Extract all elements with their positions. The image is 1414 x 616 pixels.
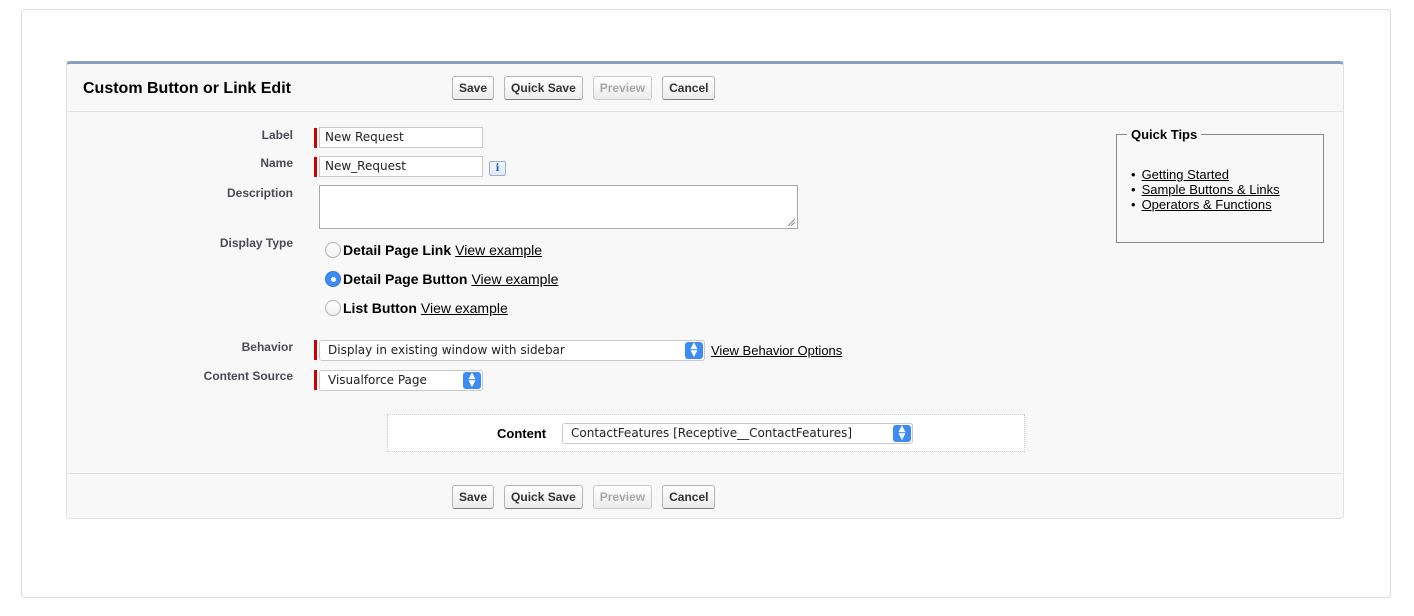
preview-button[interactable]: Preview <box>592 76 653 100</box>
required-indicator <box>314 157 317 177</box>
info-icon[interactable]: i <box>489 161 506 176</box>
content-source-select[interactable]: Visualforce Page ▲ ▼ <box>319 370 483 391</box>
description-textarea[interactable] <box>319 185 798 229</box>
quick-save-button[interactable]: Quick Save <box>504 76 583 100</box>
view-behavior-options-link[interactable]: View Behavior Options <box>711 343 842 358</box>
display-type-option-list-button[interactable]: List Button View example <box>325 300 508 316</box>
resize-grip-icon[interactable] <box>787 218 795 226</box>
radio-button-selected[interactable] <box>325 271 341 287</box>
name-field-label: Name <box>260 156 293 170</box>
page-title: Custom Button or Link Edit <box>83 80 291 97</box>
display-type-option-detail-page-button[interactable]: Detail Page Button View example <box>325 271 558 287</box>
quick-save-button[interactable]: Quick Save <box>504 485 583 509</box>
display-type-field-label: Display Type <box>219 236 293 250</box>
behavior-selected-value: Display in existing window with sidebar <box>328 343 565 357</box>
view-example-link[interactable]: View example <box>421 300 508 316</box>
chevron-up-down-icon: ▲ ▼ <box>463 372 481 389</box>
sample-buttons-links-link[interactable]: Sample Buttons & Links <box>1142 182 1280 197</box>
content-source-selected-value: Visualforce Page <box>328 373 427 387</box>
content-select[interactable]: ContactFeatures [Receptive__ContactFeatu… <box>562 423 913 444</box>
radio-label: List Button <box>343 300 417 316</box>
chevron-up-down-icon: ▲ ▼ <box>685 342 703 359</box>
display-type-option-detail-page-link[interactable]: Detail Page Link View example <box>325 242 542 258</box>
cancel-button[interactable]: Cancel <box>662 485 716 509</box>
required-indicator <box>314 128 317 148</box>
view-example-link[interactable]: View example <box>471 271 558 287</box>
view-example-link[interactable]: View example <box>455 242 542 258</box>
content-selected-value: ContactFeatures [Receptive__ContactFeatu… <box>571 426 853 440</box>
label-input[interactable]: New Request <box>319 127 483 148</box>
required-indicator <box>314 340 317 360</box>
radio-button[interactable] <box>325 300 341 316</box>
save-button[interactable]: Save <box>452 485 495 509</box>
quick-tips-list: Getting Started Sample Buttons & Links O… <box>1131 167 1280 212</box>
panel-header: Custom Button or Link Edit Save Quick Sa… <box>67 64 1343 112</box>
preview-button[interactable]: Preview <box>592 485 653 509</box>
content-field-label: Content <box>497 426 547 441</box>
description-field-label: Description <box>226 186 293 200</box>
required-indicator <box>314 370 317 390</box>
content-source-field-label: Content Source <box>203 369 293 383</box>
top-button-group: Save Quick Save Preview Cancel <box>452 76 716 100</box>
cancel-button[interactable]: Cancel <box>662 76 716 100</box>
custom-button-edit-panel: Custom Button or Link Edit Save Quick Sa… <box>66 61 1344 519</box>
getting-started-link[interactable]: Getting Started <box>1142 167 1229 182</box>
quick-tips-box: Quick Tips Getting Started Sample Button… <box>1116 127 1324 243</box>
list-item: Sample Buttons & Links <box>1131 182 1280 197</box>
bottom-button-group: Save Quick Save Preview Cancel <box>452 485 716 509</box>
radio-button[interactable] <box>325 242 341 258</box>
radio-label: Detail Page Button <box>343 271 468 287</box>
radio-label: Detail Page Link <box>343 242 452 258</box>
content-section: Content ContactFeatures [Receptive__Cont… <box>387 414 1025 452</box>
operators-functions-link[interactable]: Operators & Functions <box>1142 197 1272 212</box>
name-input[interactable]: New_Request <box>319 156 483 177</box>
quick-tips-title: Quick Tips <box>1127 127 1202 142</box>
list-item: Operators & Functions <box>1131 197 1280 212</box>
save-button[interactable]: Save <box>452 76 495 100</box>
behavior-field-label: Behavior <box>241 340 293 354</box>
chevron-up-down-icon: ▲ ▼ <box>893 425 911 442</box>
label-field-label: Label <box>261 128 293 142</box>
list-item: Getting Started <box>1131 167 1280 182</box>
behavior-select[interactable]: Display in existing window with sidebar … <box>319 340 705 361</box>
